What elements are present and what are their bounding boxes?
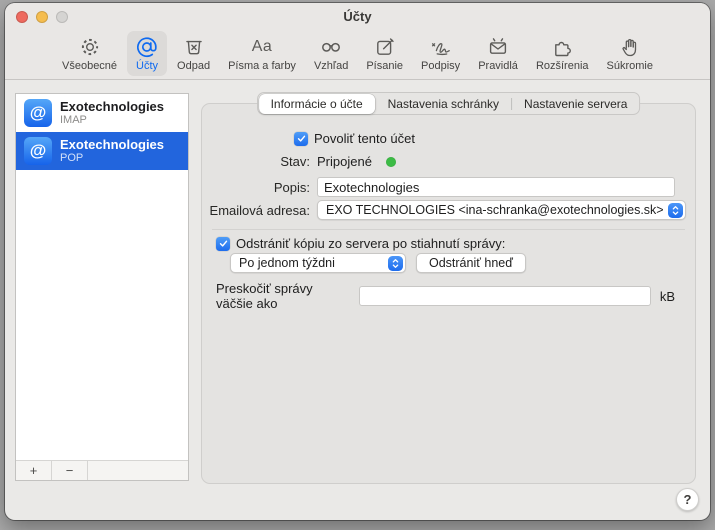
account-info: Exotechnologies IMAP bbox=[60, 99, 164, 127]
puzzle-icon bbox=[550, 34, 574, 59]
account-at-icon: @ bbox=[24, 137, 52, 165]
account-name: Exotechnologies bbox=[60, 137, 165, 152]
title-bar: Účty bbox=[5, 3, 710, 30]
gear-icon bbox=[78, 34, 102, 59]
help-button[interactable]: ? bbox=[676, 488, 699, 511]
glasses-icon bbox=[318, 34, 344, 59]
description-row: Popis: bbox=[202, 177, 675, 197]
hand-icon bbox=[618, 34, 642, 59]
description-label: Popis: bbox=[273, 179, 310, 195]
status-row: Stav: Pripojené bbox=[202, 154, 675, 169]
status-value: Pripojené bbox=[317, 154, 372, 169]
enable-account-row: Povoliť tento účet bbox=[294, 131, 675, 146]
toolbar-item-podpisy[interactable]: Podpisy bbox=[413, 31, 468, 76]
remove-copy-row: Odstrániť kópiu zo servera po stiahnutí … bbox=[216, 236, 675, 251]
account-at-icon: @ bbox=[24, 99, 52, 127]
toolbar-item-pisanie[interactable]: Písanie bbox=[358, 31, 411, 76]
toolbar-item-vzhlad[interactable]: Vzhľad bbox=[306, 31, 356, 76]
toolbar-label: Všeobecné bbox=[62, 60, 118, 72]
account-type: POP bbox=[60, 152, 84, 164]
toolbar-item-ucty[interactable]: Účty bbox=[127, 31, 168, 76]
mail-preferences-window: Účty Všeobecné Účty Odpad Aa Písma a far… bbox=[5, 3, 710, 520]
preferences-content: @ Exotechnologies IMAP @ Exotechnologies… bbox=[5, 81, 710, 520]
email-row: Emailová adresa: EXO TECHNOLOGIES <ina-s… bbox=[202, 200, 686, 220]
enable-account-checkbox[interactable] bbox=[294, 131, 308, 146]
remove-copy-checkbox[interactable] bbox=[216, 236, 230, 251]
toolbar-item-sukromie[interactable]: Súkromie bbox=[599, 31, 661, 76]
toolbar-item-rozsirenia[interactable]: Rozšírenia bbox=[528, 31, 597, 76]
rules-envelope-icon bbox=[486, 34, 510, 59]
minimize-button[interactable] bbox=[36, 11, 48, 23]
remove-after-row: Po jednom týždni Odstrániť hneď bbox=[230, 253, 675, 273]
compose-icon bbox=[373, 34, 397, 59]
account-type: IMAP bbox=[60, 114, 87, 126]
accounts-list: @ Exotechnologies IMAP @ Exotechnologies… bbox=[15, 93, 189, 481]
status-connected-dot bbox=[385, 156, 396, 167]
toolbar-item-vseobecne[interactable]: Všeobecné bbox=[54, 31, 125, 76]
remove-after-popup[interactable]: Po jednom týždni bbox=[230, 253, 406, 273]
fonts-icon: Aa bbox=[251, 37, 273, 55]
toolbar-label: Rozšírenia bbox=[535, 60, 589, 72]
email-label: Emailová adresa: bbox=[209, 202, 310, 218]
email-address-value: EXO TECHNOLOGIES <ina-schranka@exotechno… bbox=[326, 203, 664, 217]
toolbar-label: Písanie bbox=[366, 60, 404, 72]
enable-account-label: Povoliť tento účet bbox=[314, 131, 415, 146]
traffic-lights bbox=[16, 11, 68, 23]
skip-size-row: Preskočiť správy väčšie ako kB bbox=[216, 281, 675, 311]
email-address-popup[interactable]: EXO TECHNOLOGIES <ina-schranka@exotechno… bbox=[317, 200, 686, 220]
account-tabs: Informácie o účte Nastavenia schránky Na… bbox=[256, 92, 641, 115]
toolbar-label: Účty bbox=[136, 60, 159, 72]
close-button[interactable] bbox=[16, 11, 28, 23]
toolbar-label: Súkromie bbox=[606, 60, 653, 72]
remove-now-button[interactable]: Odstrániť hneď bbox=[416, 253, 526, 273]
skip-size-label: Preskočiť správy väčšie ako bbox=[216, 281, 313, 311]
popup-stepper-icon bbox=[388, 255, 403, 271]
zoom-button bbox=[56, 11, 68, 23]
account-settings-panel: Informácie o účte Nastavenia schránky Na… bbox=[201, 92, 696, 484]
account-name: Exotechnologies bbox=[60, 99, 165, 114]
account-info: Exotechnologies POP bbox=[60, 137, 164, 165]
toolbar-label: Odpad bbox=[177, 60, 211, 72]
toolbar-label: Pravidlá bbox=[478, 60, 518, 72]
status-label: Stav: bbox=[280, 154, 310, 169]
toolbar-item-odpad[interactable]: Odpad bbox=[169, 31, 218, 76]
trash-icon bbox=[182, 34, 206, 59]
tab-informacie-o-ucte[interactable]: Informácie o účte bbox=[258, 93, 375, 114]
remove-after-value: Po jednom týždni bbox=[239, 256, 335, 270]
skip-size-input[interactable] bbox=[358, 286, 651, 306]
toolbar-label: Podpisy bbox=[421, 60, 461, 72]
remove-account-button[interactable]: − bbox=[52, 461, 88, 480]
toolbar-item-pravidla[interactable]: Pravidlá bbox=[470, 31, 526, 76]
preferences-toolbar: Všeobecné Účty Odpad Aa Písma a farby Vz… bbox=[5, 30, 710, 80]
tab-nastavenia-schranky[interactable]: Nastavenia schránky bbox=[376, 94, 511, 114]
skip-size-unit: kB bbox=[659, 288, 675, 304]
remove-copy-label: Odstrániť kópiu zo servera po stiahnutí … bbox=[236, 236, 506, 251]
description-input[interactable] bbox=[317, 177, 675, 197]
toolbar-label: Vzhľad bbox=[313, 60, 349, 72]
list-button-strip: + − bbox=[16, 460, 188, 480]
toolbar-item-pisma-a-farby[interactable]: Aa Písma a farby bbox=[220, 31, 304, 76]
signature-icon bbox=[428, 34, 454, 59]
tab-nastavenie-servera[interactable]: Nastavenie servera bbox=[512, 94, 639, 114]
account-row-imap[interactable]: @ Exotechnologies IMAP bbox=[16, 94, 188, 132]
section-divider bbox=[212, 229, 685, 230]
popup-stepper-icon bbox=[667, 202, 683, 218]
at-icon bbox=[135, 34, 159, 59]
add-account-button[interactable]: + bbox=[16, 461, 52, 480]
toolbar-label: Písma a farby bbox=[228, 60, 296, 72]
window-title: Účty bbox=[343, 9, 372, 24]
account-row-pop[interactable]: @ Exotechnologies POP bbox=[16, 132, 188, 170]
